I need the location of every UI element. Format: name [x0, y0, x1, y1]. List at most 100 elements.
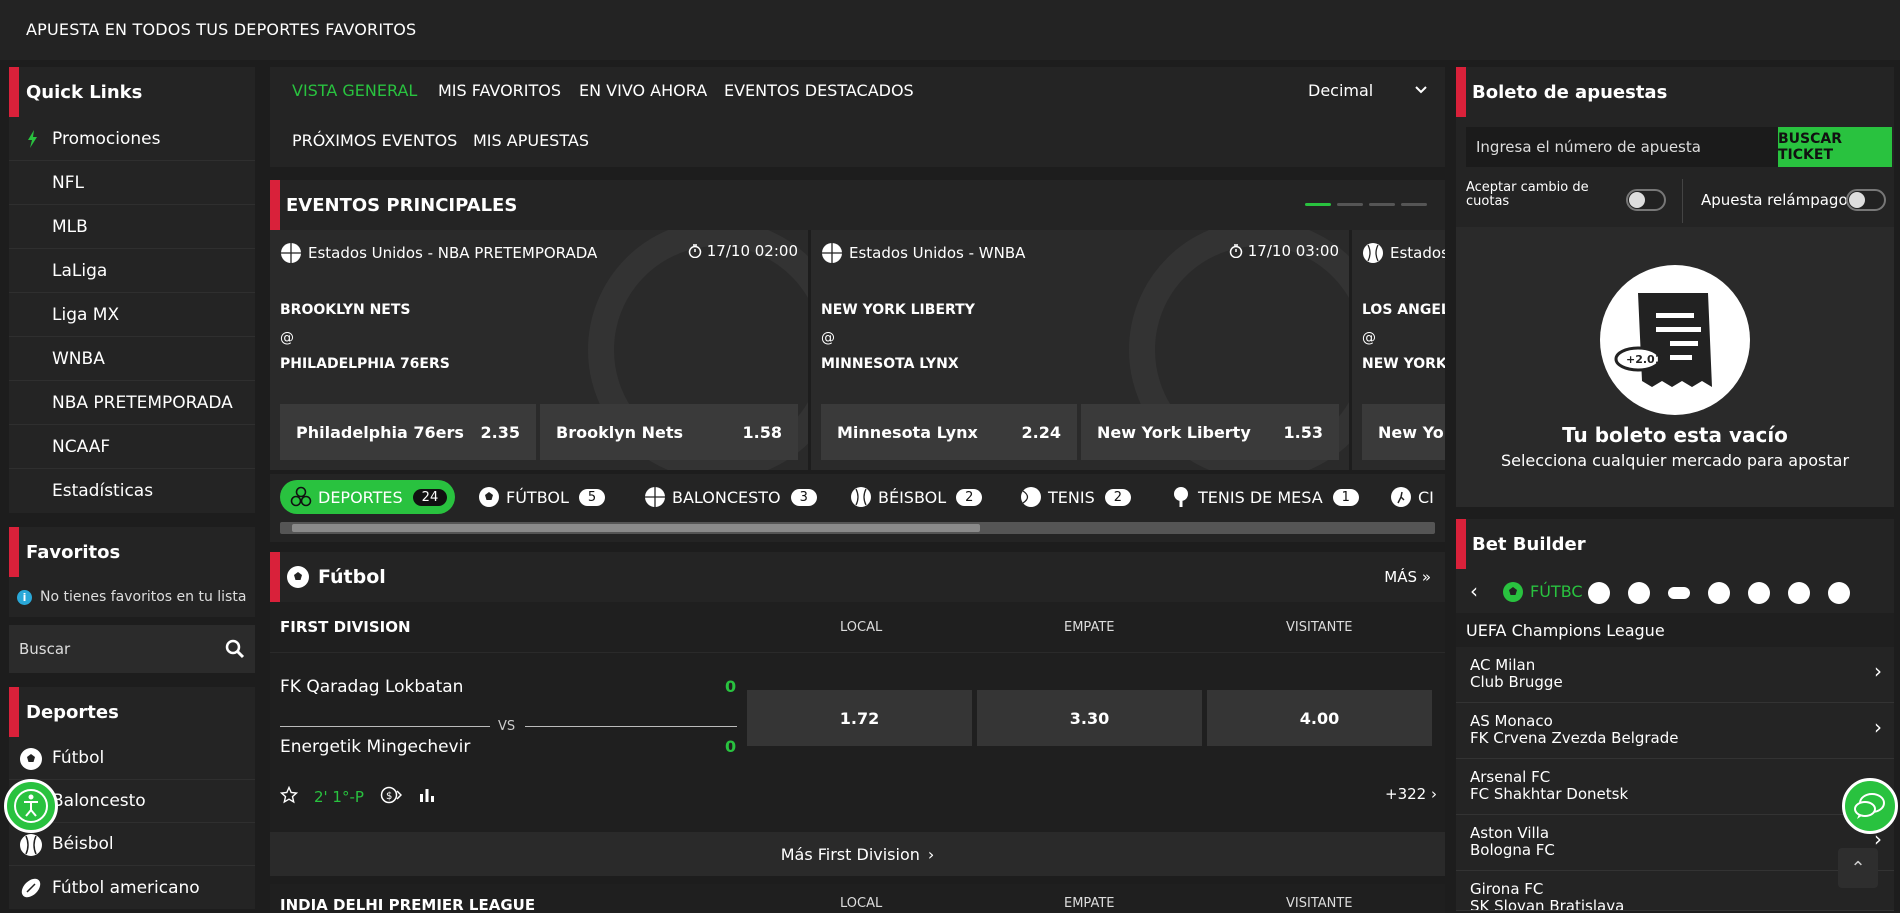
- quick-links-title: Quick Links: [9, 67, 255, 117]
- baseball-icon[interactable]: [1628, 582, 1650, 604]
- event-time-text: 17/10 03:00: [1247, 242, 1339, 260]
- bb-home: Arsenal FC: [1470, 768, 1551, 786]
- quick-link-mlb[interactable]: MLB: [9, 205, 255, 249]
- quick-link-nba-pretemporada[interactable]: NBA PRETEMPORADA: [9, 381, 255, 425]
- bet-builder-match[interactable]: Girona FC SK Slovan Bratislava: [1456, 871, 1894, 911]
- tab-tenis-de-mesa[interactable]: TENIS DE MESA 1: [1160, 480, 1367, 514]
- odd-empate-button[interactable]: 3.30: [977, 690, 1202, 746]
- stats-icon[interactable]: [418, 786, 436, 808]
- bet-builder-match[interactable]: Arsenal FC FC Shakhtar Donetsk ›: [1456, 759, 1894, 815]
- tab-ci[interactable]: CI: [1380, 480, 1442, 514]
- tab-baloncesto[interactable]: BALONCESTO 3: [634, 480, 825, 514]
- tab-label: TENIS: [1048, 487, 1095, 507]
- american-football-icon[interactable]: [1748, 582, 1770, 604]
- quick-bet-toggle[interactable]: [1846, 189, 1886, 211]
- quick-link-wnba[interactable]: WNBA: [9, 337, 255, 381]
- scroll-to-top-button[interactable]: ⌃: [1838, 848, 1878, 888]
- odd-button[interactable]: Brooklyn Nets 1.58: [540, 404, 798, 460]
- event-card: Estados Unidos - NBA PRETEMPORADA 17/10 …: [270, 230, 808, 470]
- tennis-ball-icon: [1021, 487, 1041, 507]
- ticket-number-input[interactable]: [1466, 127, 1771, 167]
- tab-proximos-eventos[interactable]: PRÓXIMOS EVENTOS: [292, 131, 457, 150]
- tab-vista-general[interactable]: VISTA GENERAL: [292, 81, 417, 100]
- tab-en-vivo-ahora[interactable]: EN VIVO AHORA: [579, 81, 707, 100]
- tab-mis-apuestas[interactable]: MIS APUESTAS: [473, 131, 589, 150]
- search-input[interactable]: [19, 640, 209, 658]
- odd-button[interactable]: Philadelphia 76ers 2.35: [280, 404, 536, 460]
- tab-futbol[interactable]: FÚTBOL 5: [468, 480, 613, 514]
- sport-item-futbol-americano[interactable]: Fútbol americano: [9, 866, 255, 909]
- quick-link-label: WNBA: [52, 348, 105, 369]
- col-visitante: VISITANTE: [1286, 896, 1353, 911]
- bet-builder-match[interactable]: AC Milan Club Brugge ›: [1456, 647, 1894, 703]
- mas-link[interactable]: MÁS »: [1384, 568, 1431, 586]
- quick-link-ncaaf[interactable]: NCAAF: [9, 425, 255, 469]
- bet-builder-match[interactable]: AS Monaco FK Crvena Zvezda Belgrade ›: [1456, 703, 1894, 759]
- event-home-team: BROOKLYN NETS: [280, 302, 411, 318]
- chat-icon: [1854, 793, 1885, 819]
- bet-builder-title: Bet Builder: [1456, 519, 1894, 569]
- odd-local-button[interactable]: 1.72: [747, 690, 972, 746]
- bet-builder-match[interactable]: Aston Villa Bologna FC ›: [1456, 815, 1894, 871]
- count-badge: 24: [412, 488, 448, 506]
- quick-link-nfl[interactable]: NFL: [9, 161, 255, 205]
- quick-link-ligamx[interactable]: Liga MX: [9, 293, 255, 337]
- count-badge: 3: [790, 488, 817, 506]
- sport-item-futbol[interactable]: Fútbol: [9, 737, 255, 780]
- match-home-team[interactable]: FK Qaradag Lokbatan: [280, 677, 463, 697]
- chevron-left-icon[interactable]: ‹: [1470, 579, 1478, 603]
- search-ticket-button[interactable]: BUSCAR TICKET: [1778, 127, 1892, 167]
- tennis-ball-icon[interactable]: [1828, 582, 1850, 604]
- odd-button[interactable]: New York Liberty 1.53: [1081, 404, 1339, 460]
- carousel-dot[interactable]: [1305, 203, 1331, 206]
- tab-tenis[interactable]: TENIS 2: [1010, 480, 1139, 514]
- odd-visitante-button[interactable]: 4.00: [1207, 690, 1432, 746]
- tab-mis-favoritos[interactable]: MIS FAVORITOS: [438, 81, 561, 100]
- tabs-scrollbar[interactable]: [280, 522, 1435, 534]
- futbol-title: Fútbol: [318, 566, 386, 588]
- event-league-text: Estados Unidos - NBA PRETEMPORADA: [308, 244, 598, 262]
- illustration-odds: +2.01: [1626, 353, 1662, 366]
- basketball-icon: [822, 243, 842, 263]
- carousel-dot[interactable]: [1337, 203, 1363, 206]
- australian-football-icon[interactable]: [1788, 582, 1810, 604]
- match-away-team[interactable]: Energetik Mingechevir: [280, 737, 470, 757]
- carousel-dot[interactable]: [1369, 203, 1395, 206]
- accept-odds-toggle[interactable]: [1626, 189, 1666, 211]
- bet-builder-sport-label[interactable]: FÚTBC: [1530, 582, 1583, 601]
- event-home-team: LOS ANGEL: [1362, 302, 1445, 318]
- stopwatch-icon: [1229, 244, 1243, 258]
- chat-button[interactable]: [1842, 778, 1898, 834]
- search-icon[interactable]: [225, 639, 245, 663]
- more-markets[interactable]: +322 ›: [1385, 785, 1437, 803]
- basketball-icon[interactable]: [1588, 582, 1610, 604]
- odd-button[interactable]: Minnesota Lynx 2.24: [821, 404, 1077, 460]
- top-banner: APUESTA EN TODOS TUS DEPORTES FAVORITOS: [0, 0, 1900, 60]
- tab-beisbol[interactable]: BÉISBOL 2: [840, 480, 990, 514]
- accessibility-button[interactable]: [4, 779, 58, 833]
- tab-eventos-destacados[interactable]: EVENTOS DESTACADOS: [724, 81, 914, 100]
- carousel-dot[interactable]: [1401, 203, 1427, 206]
- bet-builder-sports: ‹ FÚTBC: [1456, 569, 1894, 613]
- odds-format-select[interactable]: Decimal: [1308, 81, 1428, 100]
- chevron-right-icon: ›: [1874, 659, 1882, 683]
- odd-team: New York: [1378, 422, 1445, 442]
- tab-label: FÚTBOL: [506, 487, 569, 507]
- soccer-ball-icon[interactable]: [1502, 581, 1524, 607]
- quick-link-laliga[interactable]: LaLiga: [9, 249, 255, 293]
- rugby-ball-icon[interactable]: [1708, 582, 1730, 604]
- scrollbar-thumb[interactable]: [292, 524, 980, 532]
- event-away-team: NEW YORK L: [1362, 356, 1445, 372]
- main-nav: VISTA GENERAL MIS FAVORITOS EN VIVO AHOR…: [270, 67, 1445, 167]
- quick-link-promociones[interactable]: Promociones: [9, 117, 255, 161]
- hockey-puck-icon[interactable]: [1668, 587, 1690, 599]
- ticket-search: BUSCAR TICKET: [1466, 127, 1892, 167]
- vs-divider: VS: [280, 719, 737, 734]
- sport-filter-tabs: DEPORTES 24 FÚTBOL 5 BALONCESTO 3 BÉISBO…: [270, 474, 1445, 542]
- star-icon[interactable]: [279, 785, 299, 808]
- more-league-button[interactable]: Más First Division ›: [270, 832, 1445, 876]
- tab-deportes[interactable]: DEPORTES 24: [280, 480, 456, 514]
- table-tennis-icon: [1174, 487, 1188, 507]
- quick-link-estadisticas[interactable]: Estadísticas: [9, 469, 255, 513]
- odd-button[interactable]: New York: [1362, 404, 1445, 460]
